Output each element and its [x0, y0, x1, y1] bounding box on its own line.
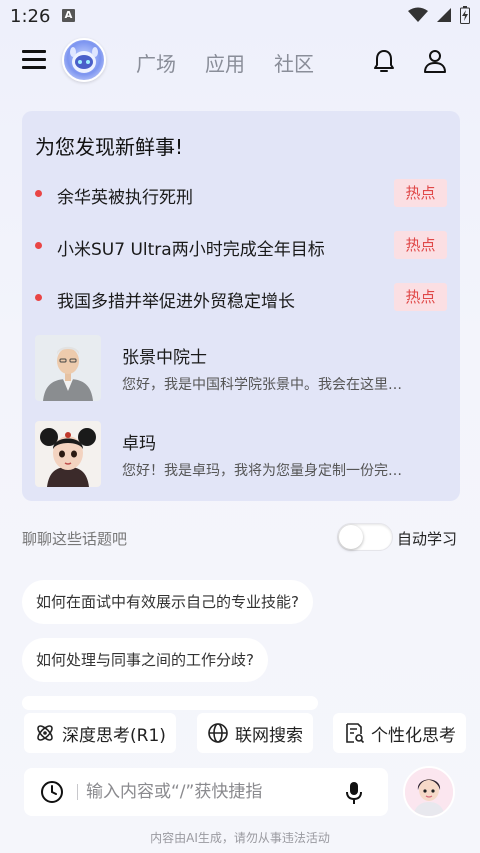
atom-icon [37, 725, 53, 741]
user-icon[interactable] [422, 48, 448, 74]
tab-plaza[interactable]: 广场 [136, 48, 176, 77]
status-bar: 1:26 A [0, 0, 480, 34]
toggle-knob [339, 525, 363, 549]
news-item[interactable]: 余华英被执行死刑 热点 [22, 174, 460, 214]
battery-icon [460, 6, 470, 24]
deep-think-button[interactable]: 深度思考(R1) [24, 713, 176, 753]
document-search-icon [346, 723, 365, 744]
news-title: 小米SU7 Ultra两小时完成全年目标 [57, 240, 325, 260]
agent-avatar[interactable] [403, 766, 455, 818]
chip-label: 联网搜索 [235, 725, 303, 746]
suggested-question[interactable]: 如何处理与同事之间的工作分歧? [22, 638, 268, 682]
menu-icon[interactable] [22, 50, 46, 72]
persona-desc: 您好！我是卓玛，我将为您量身定制一份完… [122, 463, 402, 479]
action-chips: 深度思考(R1) 联网搜索 个性化思考 [22, 713, 480, 753]
tab-community[interactable]: 社区 [274, 48, 314, 77]
bullet-dot [35, 294, 42, 301]
persona-desc: 您好，我是中国科学院张景中。我会在这里… [122, 377, 402, 393]
hot-badge: 热点 [394, 283, 447, 311]
chip-label: 深度思考(R1) [62, 725, 166, 746]
robot-avatar[interactable] [62, 38, 106, 82]
chip-label: 个性化思考 [371, 725, 456, 746]
chat-input[interactable] [86, 776, 336, 808]
persona-name: 卓玛 [122, 434, 156, 454]
input-divider [77, 784, 78, 800]
bullet-dot [35, 242, 42, 249]
discovery-card: 为您发现新鲜事! 余华英被执行死刑 热点 小米SU7 Ultra两小时完成全年目… [22, 111, 460, 501]
status-time: 1:26 [10, 6, 51, 27]
hot-badge: 热点 [394, 231, 447, 259]
history-icon[interactable] [40, 780, 64, 804]
suggested-question[interactable]: 如何在面试中有效展示自己的专业技能? [22, 580, 313, 624]
hot-badge: 热点 [394, 179, 447, 207]
news-item[interactable]: 我国多措并举促进外贸稳定增长 热点 [22, 278, 460, 318]
header: 广场 应用 社区 [0, 34, 480, 90]
bullet-dot [35, 190, 42, 197]
status-icons [408, 6, 470, 24]
personalized-think-button[interactable]: 个性化思考 [333, 713, 466, 753]
auto-learn-label: 自动学习 [397, 530, 458, 548]
assistant-avatar-icon [405, 768, 453, 816]
news-title: 余华英被执行死刑 [57, 188, 193, 208]
auto-learn-toggle[interactable] [337, 523, 393, 551]
signal-icon [437, 8, 451, 22]
disclaimer: 内容由AI生成，请勿从事违法活动 [150, 831, 330, 845]
wifi-icon [408, 7, 428, 22]
persona-item[interactable]: 张景中院士 您好，我是中国科学院张景中。我会在这里… [22, 335, 460, 405]
card-title: 为您发现新鲜事! [35, 135, 184, 159]
robot-icon [70, 47, 98, 73]
persona-photo [35, 335, 101, 401]
persona-item[interactable]: 卓玛 您好！我是卓玛，我将为您量身定制一份完… [22, 421, 460, 491]
news-item[interactable]: 小米SU7 Ultra两小时完成全年目标 热点 [22, 226, 460, 266]
persona-name: 张景中院士 [122, 348, 207, 368]
persona-photo [35, 421, 101, 487]
web-search-button[interactable]: 联网搜索 [197, 713, 313, 753]
tab-apps[interactable]: 应用 [205, 48, 245, 77]
suggested-question-partial[interactable] [22, 696, 318, 710]
input-bar [24, 768, 388, 816]
bell-icon[interactable] [372, 48, 396, 74]
news-title: 我国多措并举促进外贸稳定增长 [57, 292, 295, 312]
notification-app-icon: A [62, 9, 75, 22]
topics-label: 聊聊这些话题吧 [22, 530, 128, 548]
microphone-icon[interactable] [344, 780, 364, 806]
globe-icon [208, 723, 228, 743]
